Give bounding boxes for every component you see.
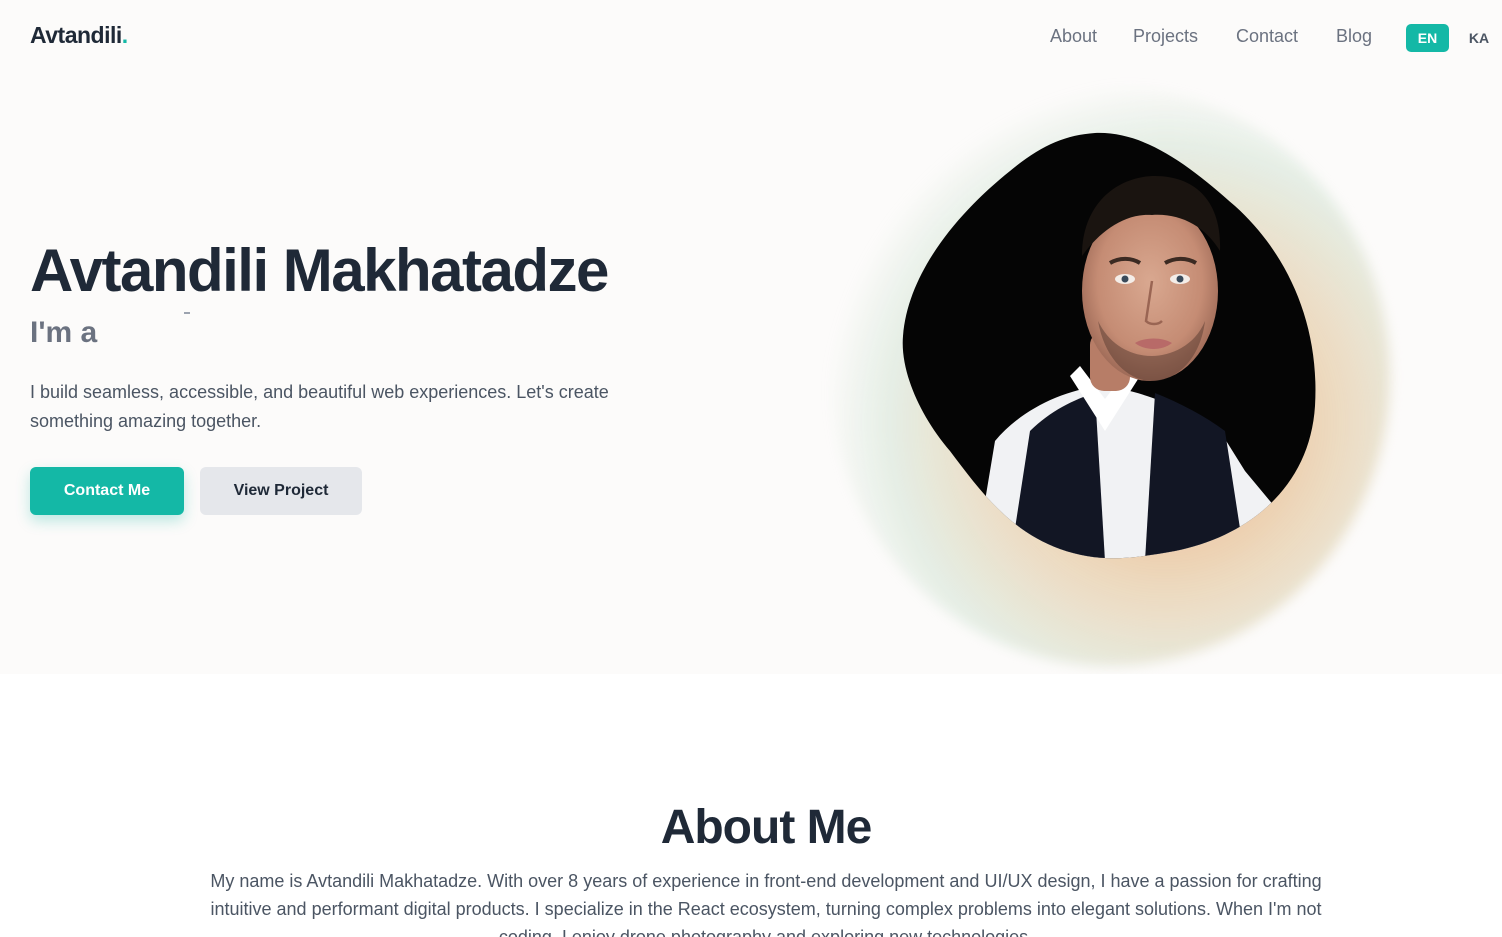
hero-role-prefix: I'm a [30, 316, 98, 349]
language-en-button[interactable]: EN [1406, 24, 1449, 52]
typing-cursor [184, 312, 190, 314]
about-text: My name is Avtandili Makhatadze. With ov… [210, 871, 1322, 937]
hero-description: I build seamless, accessible, and beauti… [30, 382, 609, 431]
nav-contact[interactable]: Contact [1236, 26, 1298, 47]
site-header: Avtandili. About Projects Contact Blog E… [0, 0, 1502, 76]
contact-me-button[interactable]: Contact Me [30, 467, 184, 515]
profile-photo [902, 132, 1316, 559]
about-title: About Me [660, 801, 873, 854]
view-project-button[interactable]: View Project [200, 467, 362, 515]
brand-logo[interactable]: Avtandili. [30, 22, 128, 49]
brand-name: Avtandili [30, 22, 122, 48]
about-section: About Me My name is Avtandili Makhatadze… [0, 674, 1502, 937]
language-ka-button[interactable]: KA [1464, 24, 1494, 52]
hero-role: I'm a [30, 312, 190, 350]
portfolio-page: Avtandili. About Projects Contact Blog E… [0, 0, 1502, 937]
brand-dot: . [121, 22, 128, 48]
hero-section: Avtandili Makhatadze I'm a I build seaml… [0, 76, 1502, 674]
nav-blog[interactable]: Blog [1336, 26, 1372, 47]
hero-title: Avtandili Makhatadze [30, 237, 609, 304]
nav-projects[interactable]: Projects [1133, 26, 1198, 47]
nav-about[interactable]: About [1050, 26, 1097, 47]
